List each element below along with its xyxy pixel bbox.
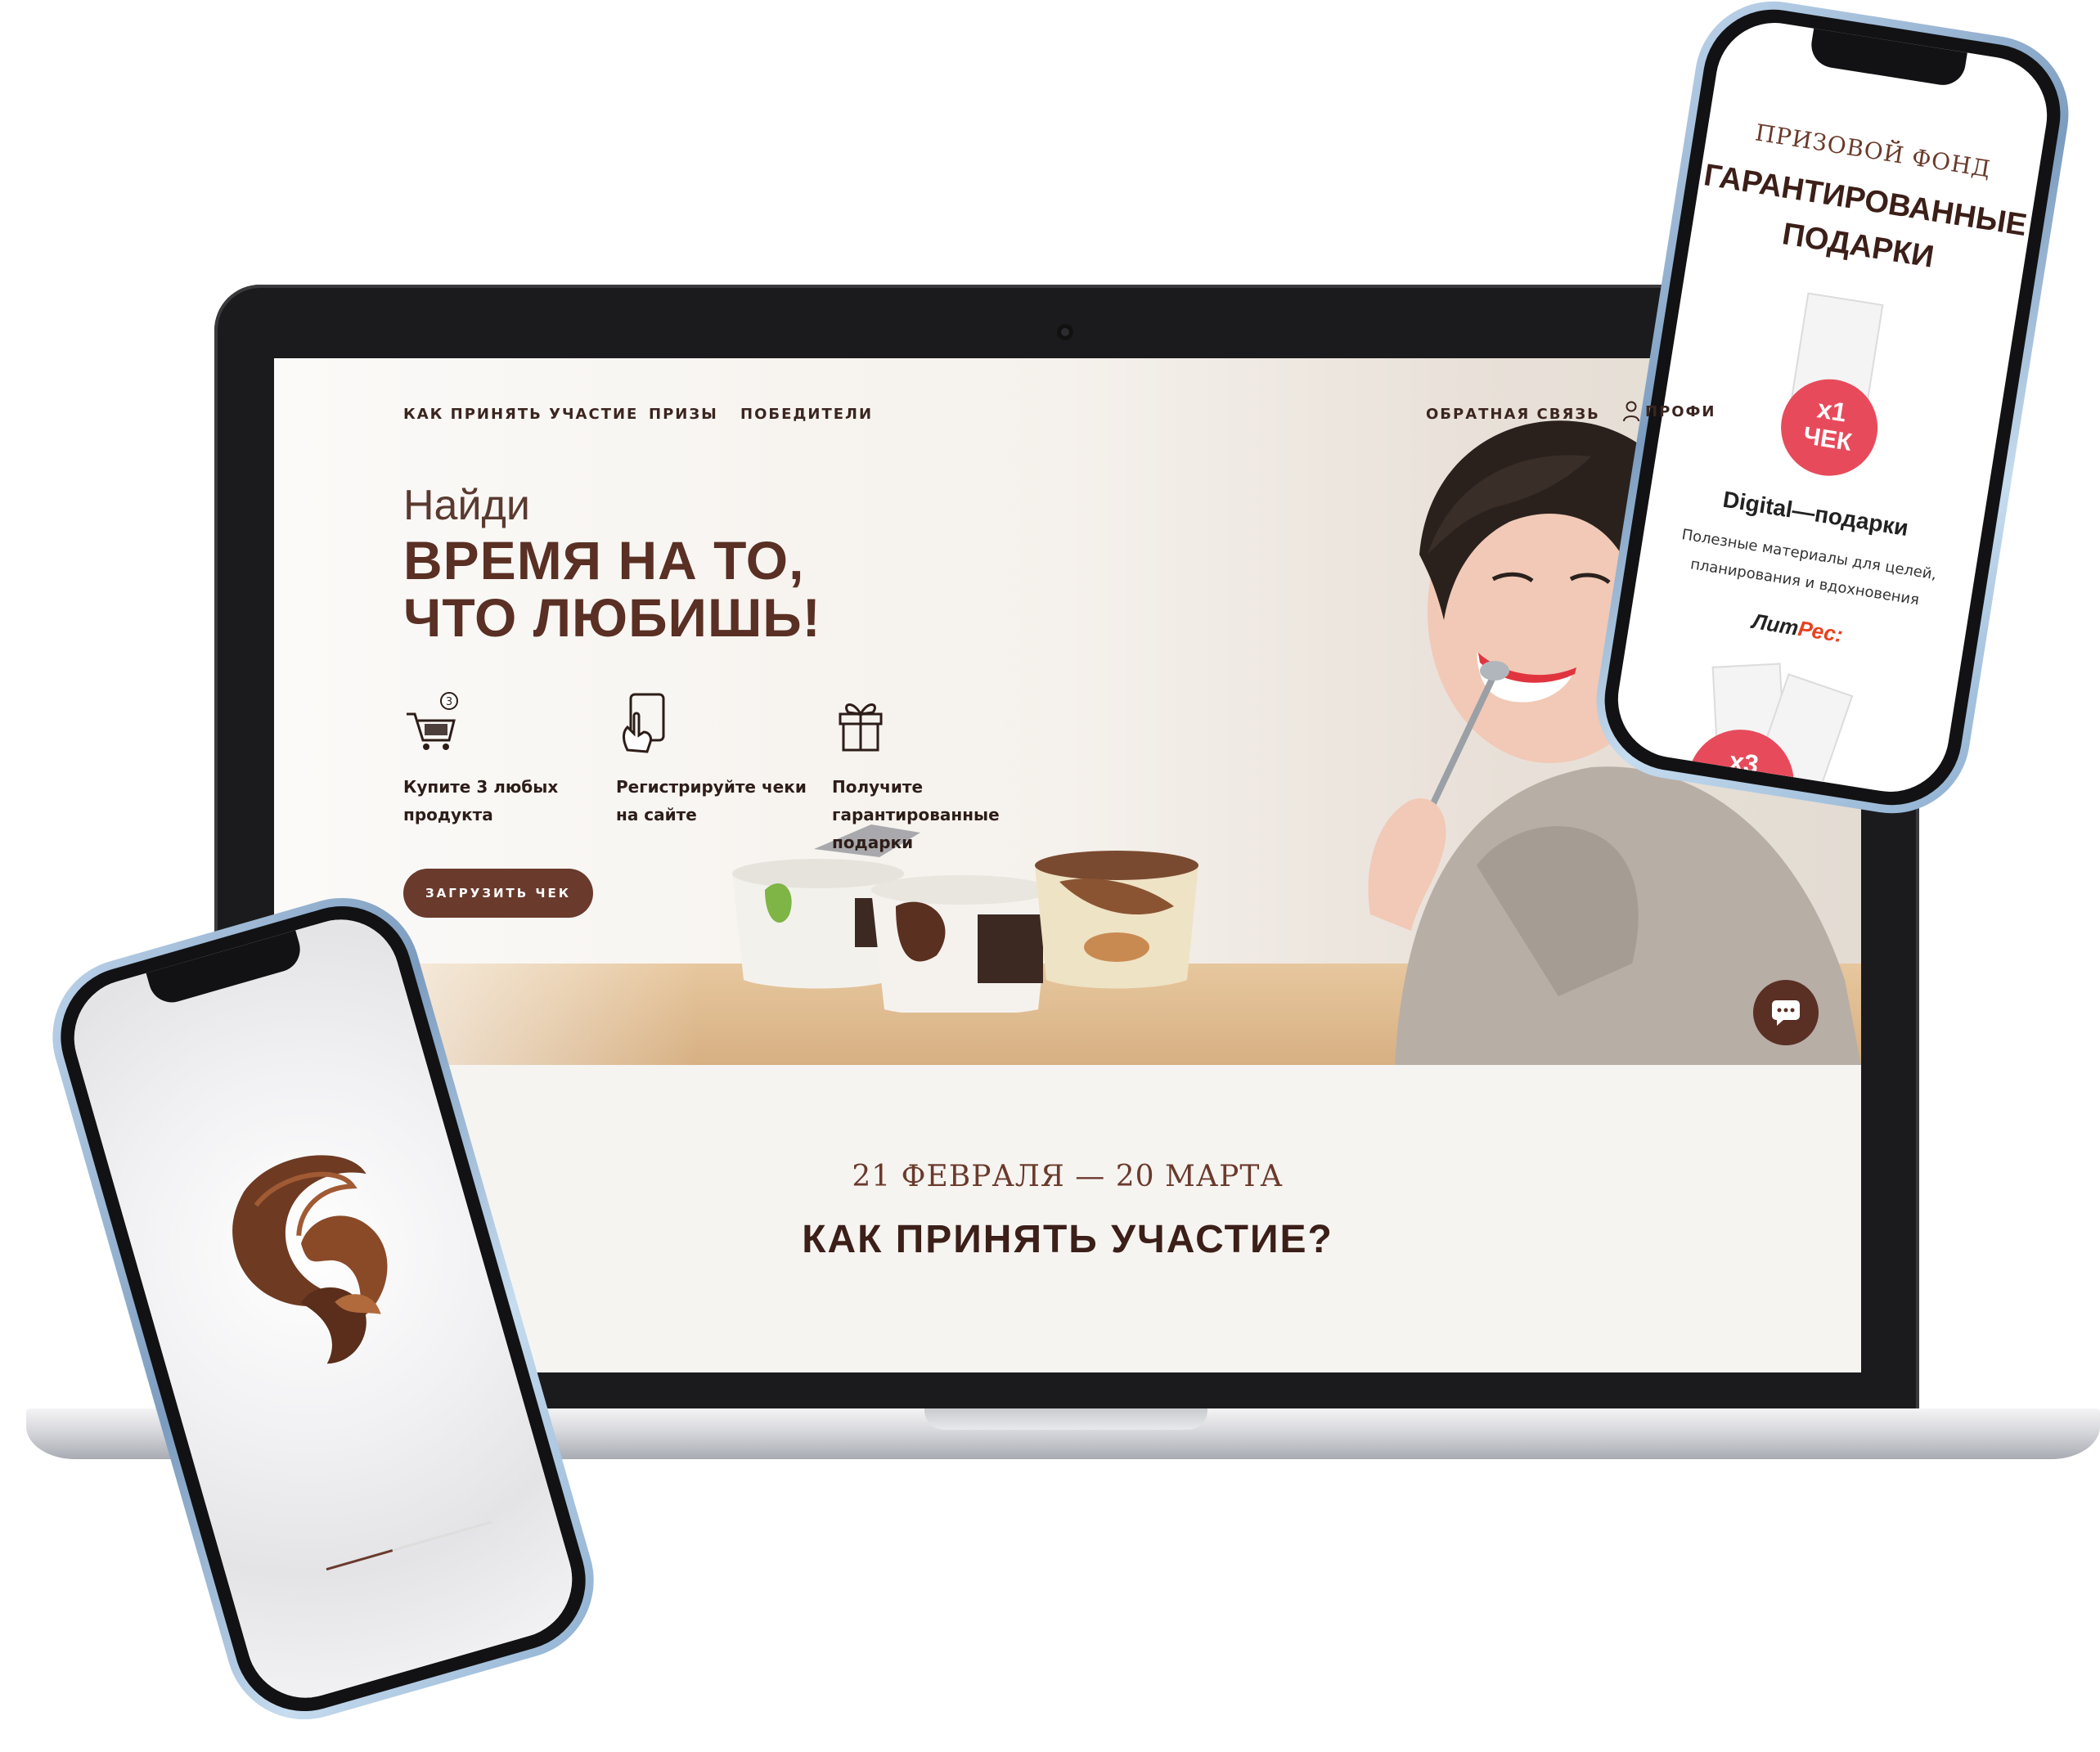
step-buy: 3 Купите 3 любых продукта bbox=[403, 690, 616, 829]
step-text: Получите гарантированные подарки bbox=[832, 777, 1000, 852]
laptop-screen: КАК ПРИНЯТЬ УЧАСТИЕ ПРИЗЫ ПОБЕДИТЕЛИ ОБР… bbox=[274, 358, 1861, 1372]
campaign-dates: 21 ФЕВРАЛЯ — 20 МАРТА bbox=[852, 1160, 1284, 1193]
step-register: Регистрируйте чеки на сайте bbox=[616, 690, 829, 829]
nav-participate-link[interactable]: КАК ПРИНЯТЬ УЧАСТИЕ bbox=[403, 406, 638, 423]
nav-profile-label: ПРОФИ bbox=[1645, 402, 1716, 420]
camera-icon bbox=[1057, 324, 1073, 340]
cart-icon: 3 bbox=[407, 692, 458, 750]
gift-icon bbox=[839, 703, 883, 752]
cart-badge-count: 3 bbox=[446, 696, 452, 708]
step-text: Купите 3 любых продукта bbox=[403, 777, 559, 824]
hero-title: ВРЕМЯ НА ТО, ЧТО ЛЮБИШЬ! bbox=[403, 530, 821, 648]
upload-receipt-button[interactable]: ЗАГРУЗИТЬ ЧЕК bbox=[403, 869, 593, 918]
step-get-gift: Получите гарантированные подарки bbox=[832, 690, 1045, 856]
step-text: Регистрируйте чеки на сайте bbox=[616, 777, 807, 824]
nav-profile-link[interactable]: ПРОФИ bbox=[1622, 401, 1716, 422]
tap-phone-icon bbox=[623, 693, 665, 753]
hero-kicker: Найди bbox=[403, 482, 530, 529]
user-icon bbox=[1623, 401, 1639, 422]
nav-prizes-link[interactable]: ПРИЗЫ bbox=[649, 406, 718, 423]
nav-feedback-link[interactable]: ОБРАТНАЯ СВЯЗЬ bbox=[1426, 406, 1600, 423]
chat-button[interactable] bbox=[1753, 980, 1819, 1045]
section-title: КАК ПРИНЯТЬ УЧАСТИЕ? bbox=[802, 1218, 1333, 1261]
chat-icon bbox=[1772, 1000, 1800, 1026]
top-nav: КАК ПРИНЯТЬ УЧАСТИЕ ПРИЗЫ ПОБЕДИТЕЛИ ОБР… bbox=[274, 401, 1861, 438]
laptop-notch bbox=[924, 1408, 1207, 1430]
nav-winners-link[interactable]: ПОБЕДИТЕЛИ bbox=[740, 406, 873, 423]
